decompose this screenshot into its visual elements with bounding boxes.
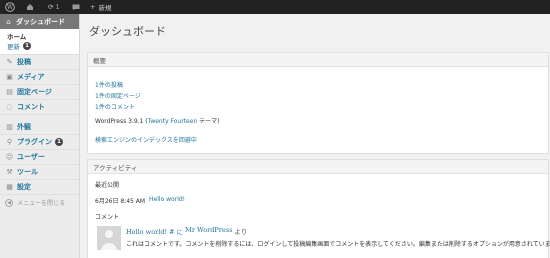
version-suffix: テーマ) [197, 118, 220, 125]
new-content-button[interactable]: + 新規 [86, 0, 111, 14]
menu-settings[interactable]: ▦ 設定 [0, 180, 79, 195]
admin-bar: W ⟳ 1 + 新規 [0, 0, 550, 14]
avatar [97, 226, 121, 250]
menu-tools-label: ツール [17, 168, 38, 176]
media-icon: ▣ [6, 73, 13, 81]
version-prefix: WordPress 3.9.1 ( [95, 118, 148, 125]
submenu-updates-label: 更新 [7, 43, 20, 51]
avatar-head [105, 230, 113, 238]
menu-media-label: メディア [17, 73, 45, 81]
recent-post-row: 6月26日 8:45 AM Hello world! [95, 196, 185, 205]
menu-tools[interactable]: ⚒ ツール [0, 165, 79, 180]
svg-text:W: W [7, 4, 14, 11]
recent-post-link[interactable]: Hello world! [149, 196, 185, 205]
home-icon[interactable] [20, 0, 40, 14]
comment-post-link[interactable]: Hello world! # に [126, 226, 183, 236]
admin-sidebar: ⌂ ダッシュボード ホーム 更新 1 ✎ 投稿 ▣ メディア ▤ 固定ページ ◌… [0, 14, 80, 258]
menu-comments[interactable]: ◌ コメント [0, 100, 79, 115]
menu-dashboard[interactable]: ⌂ ダッシュボード [0, 14, 79, 29]
new-label: 新規 [98, 4, 112, 12]
main-content: ダッシュボード 概要 1件の投稿 1件の固定ページ 1件のコメント WordPr… [81, 14, 550, 258]
submenu-home-label: ホーム [7, 33, 27, 41]
version-info: WordPress 3.9.1 (Twenty Fourteen テーマ) [95, 116, 220, 125]
glance-comments-link[interactable]: 1件のコメント [95, 101, 141, 112]
plugins-icon: ⚲ [6, 138, 13, 146]
pages-icon: ▤ [6, 88, 13, 96]
comment-suffix: より [234, 228, 248, 236]
comments-button[interactable] [66, 0, 86, 14]
page-title: ダッシュボード [89, 25, 166, 38]
glance-pages-link[interactable]: 1件の固定ページ [95, 90, 141, 101]
dashboard-icon: ⌂ [6, 17, 11, 26]
menu-plugins-label: プラグイン [17, 138, 52, 146]
menu-posts[interactable]: ✎ 投稿 [0, 55, 79, 70]
menu-users[interactable]: ☺ ユーザー [0, 150, 79, 165]
appearance-icon: ▥ [6, 123, 13, 131]
at-a-glance-widget: 概要 1件の投稿 1件の固定ページ 1件のコメント WordPress 3.9.… [87, 52, 549, 154]
glance-list: 1件の投稿 1件の固定ページ 1件のコメント [95, 79, 141, 112]
comment-excerpt: これはコメントです。コメントを削除するには、ログインして投稿編集画面でコメントを… [126, 241, 550, 248]
refresh-icon: ⟳ [48, 3, 54, 11]
activity-header[interactable]: アクティビティ [88, 160, 548, 174]
comments-icon: ◌ [6, 103, 13, 111]
menu-appearance-label: 外観 [17, 123, 31, 131]
wordpress-logo-icon[interactable]: W [0, 0, 20, 14]
menu-media[interactable]: ▣ メディア [0, 70, 79, 85]
search-engine-notice-link[interactable]: 検索エンジンのインデックスを回避中 [95, 135, 197, 144]
menu-appearance[interactable]: ▥ 外観 [0, 120, 79, 135]
settings-icon: ▦ [6, 183, 13, 191]
menu-pages-label: 固定ページ [17, 88, 52, 96]
collapse-menu-button[interactable]: ◀ メニューを閉じる [0, 195, 79, 210]
submenu-updates[interactable]: 更新 1 [0, 41, 79, 51]
updates-badge: 1 [23, 42, 31, 50]
menu-comments-label: コメント [17, 103, 45, 111]
users-icon: ☺ [5, 153, 14, 161]
theme-link[interactable]: Twenty Fourteen [148, 118, 198, 125]
submenu-home[interactable]: ホーム [0, 31, 79, 41]
dashboard-submenu: ホーム 更新 1 [0, 29, 79, 55]
tools-icon: ⚒ [6, 168, 13, 176]
at-a-glance-header[interactable]: 概要 [88, 53, 548, 67]
menu-settings-label: 設定 [17, 183, 31, 191]
menu-dashboard-label: ダッシュボード [16, 17, 65, 26]
collapse-arrow-icon: ◀ [5, 198, 13, 207]
menu-pages[interactable]: ▤ 固定ページ [0, 85, 79, 100]
activity-widget: アクティビティ 最近公開 6月26日 8:45 AM Hello world! … [87, 159, 550, 258]
comment-meta: Hello world! # に Mr WordPress より [126, 226, 247, 236]
comments-heading: コメント [95, 214, 120, 221]
menu-posts-label: 投稿 [17, 58, 31, 66]
recent-post-date: 6月26日 8:45 AM [95, 198, 146, 205]
comment-author-link[interactable]: Mr WordPress [185, 226, 232, 236]
updates-count: 1 [55, 3, 60, 11]
plus-icon: + [90, 3, 96, 11]
comment-bubble-icon [72, 4, 80, 10]
recently-published-heading: 最近公開 [95, 182, 120, 189]
avatar-body [101, 243, 117, 250]
menu-plugins[interactable]: ⚲ プラグイン 1 [0, 135, 79, 150]
pin-icon: ✎ [6, 58, 13, 66]
glance-posts-link[interactable]: 1件の投稿 [95, 79, 141, 90]
plugins-badge: 1 [55, 138, 63, 146]
updates-button[interactable]: ⟳ 1 [40, 0, 66, 14]
menu-users-label: ユーザー [17, 153, 45, 161]
collapse-menu-label: メニューを閉じる [17, 200, 66, 207]
